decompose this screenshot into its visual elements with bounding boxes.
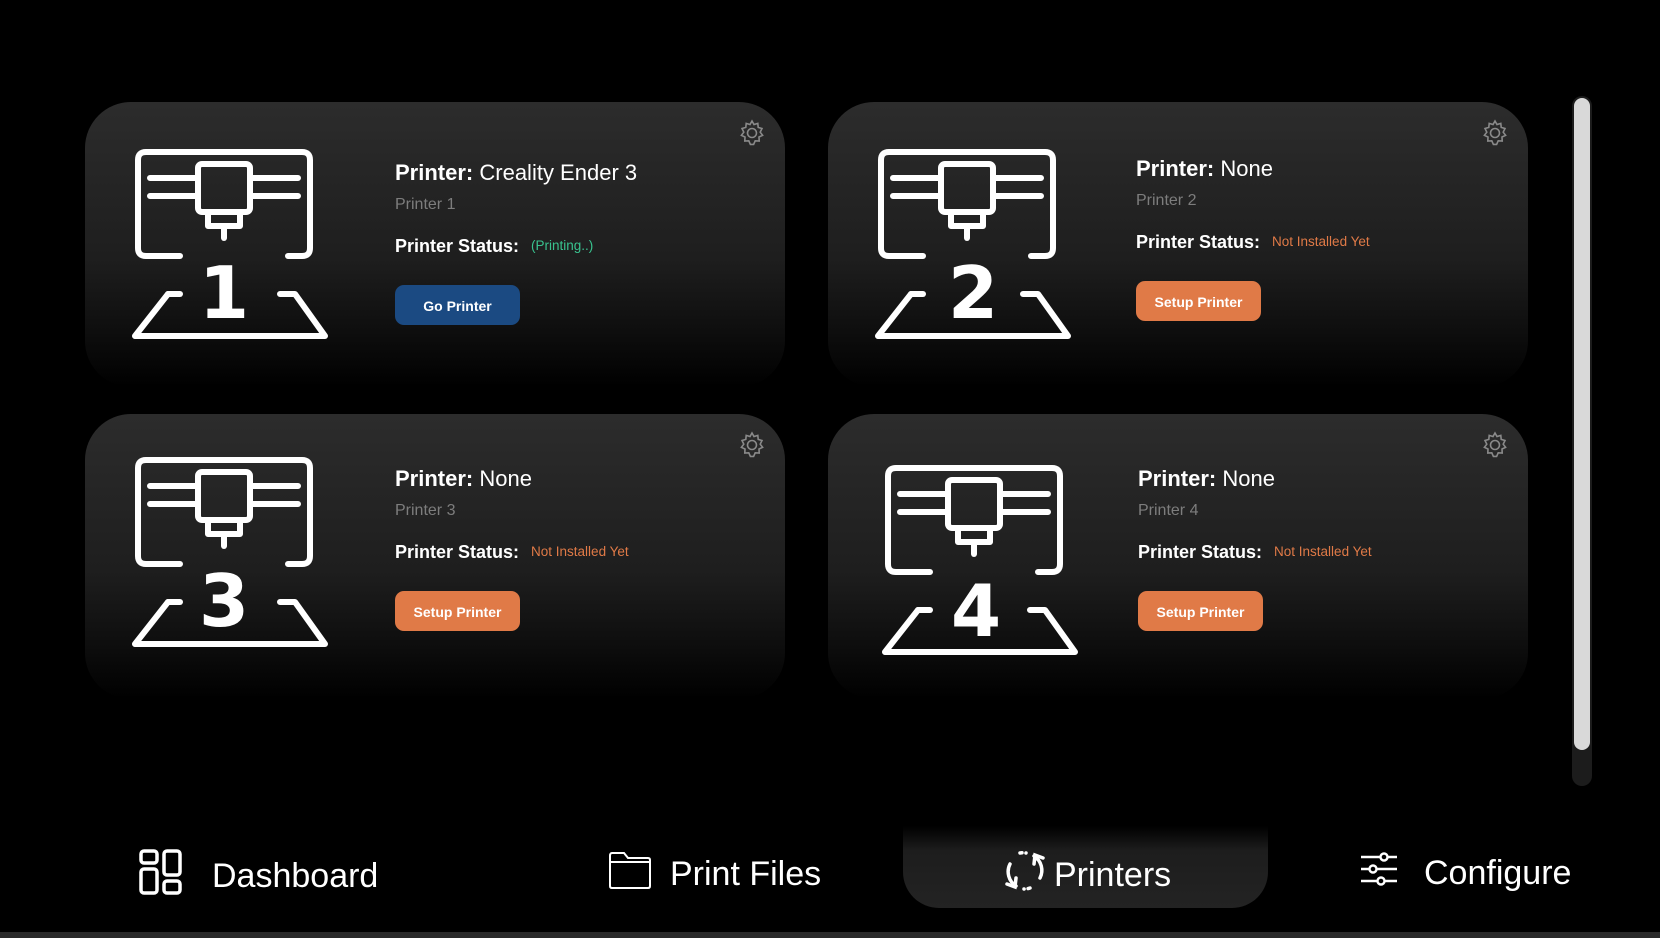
printer-status-label: Printer Status: bbox=[395, 236, 520, 256]
printer-status-value: Not Installed Yet bbox=[1272, 234, 1370, 249]
gear-icon[interactable] bbox=[1480, 430, 1510, 460]
printer-number: 1 bbox=[199, 251, 249, 335]
scrollbar-thumb[interactable] bbox=[1574, 98, 1590, 750]
printer-card-2: 2 Printer: None Printer 2 Printer Status… bbox=[828, 102, 1528, 387]
3d-printer-icon: 4 bbox=[880, 462, 1090, 667]
printer-number: 3 bbox=[199, 559, 249, 643]
gear-icon[interactable] bbox=[737, 118, 767, 148]
printer-label: Printer: bbox=[395, 160, 474, 185]
printer-card-1: 1 Printer: Creality Ender 3 Printer 1 Pr… bbox=[85, 102, 785, 387]
printer-status-label: Printer Status: bbox=[1138, 542, 1263, 562]
setup-printer-button[interactable]: Setup Printer bbox=[395, 591, 520, 631]
vertical-scrollbar[interactable] bbox=[1572, 96, 1592, 786]
printer-info: Printer: Creality Ender 3 Printer 1 Prin… bbox=[395, 160, 775, 325]
nav-item-dashboard[interactable]: Dashboard bbox=[138, 848, 378, 905]
refresh-icon bbox=[1004, 850, 1046, 901]
bottom-edge bbox=[0, 932, 1660, 938]
nav-label-dashboard: Dashboard bbox=[212, 857, 379, 895]
gear-icon[interactable] bbox=[1480, 118, 1510, 148]
printer-info: Printer: None Printer 3 Printer Status: N… bbox=[395, 466, 775, 631]
setup-printer-button[interactable]: Setup Printer bbox=[1136, 281, 1261, 321]
nav-item-print-files[interactable]: Print Files bbox=[608, 850, 821, 899]
3d-printer-icon: 3 bbox=[130, 454, 340, 659]
printer-status-value: (Printing..) bbox=[531, 238, 594, 253]
printer-label: Printer: bbox=[395, 466, 474, 491]
printer-label: Printer: bbox=[1138, 466, 1217, 491]
printer-subtitle: Printer 3 bbox=[395, 502, 456, 519]
3d-printer-icon: 2 bbox=[873, 146, 1083, 351]
setup-printer-button[interactable]: Setup Printer bbox=[1138, 591, 1263, 631]
printer-status-label: Printer Status: bbox=[395, 542, 520, 562]
sliders-icon bbox=[1360, 850, 1398, 897]
printer-card-4: 4 Printer: None Printer 4 Printer Status… bbox=[828, 414, 1528, 699]
gear-icon[interactable] bbox=[737, 430, 767, 460]
printer-number: 2 bbox=[948, 251, 998, 335]
printer-status-value: Not Installed Yet bbox=[531, 544, 629, 559]
nav-item-printers[interactable]: Printers bbox=[1004, 850, 1171, 901]
bottom-nav: Dashboard Print Files Printers Configure bbox=[0, 820, 1660, 938]
nav-label-printers: Printers bbox=[1054, 856, 1172, 894]
go-printer-button[interactable]: Go Printer bbox=[395, 285, 520, 325]
printer-info: Printer: None Printer 4 Printer Status: N… bbox=[1138, 466, 1518, 631]
printer-card-3: 3 Printer: None Printer 3 Printer Status… bbox=[85, 414, 785, 699]
printer-name: None bbox=[479, 466, 532, 491]
printer-info: Printer: None Printer 2 Printer Status: N… bbox=[1136, 156, 1516, 321]
printer-name: None bbox=[1222, 466, 1275, 491]
folder-icon bbox=[608, 850, 652, 899]
printer-number: 4 bbox=[951, 569, 1001, 653]
nav-item-configure[interactable]: Configure bbox=[1360, 850, 1571, 897]
printer-status-value: Not Installed Yet bbox=[1274, 544, 1372, 559]
nav-label-print-files: Print Files bbox=[670, 855, 822, 893]
printer-subtitle: Printer 2 bbox=[1136, 192, 1197, 209]
printer-subtitle: Printer 1 bbox=[395, 196, 456, 213]
dashboard-grid-icon bbox=[138, 848, 186, 905]
printer-name: None bbox=[1220, 156, 1273, 181]
printer-subtitle: Printer 4 bbox=[1138, 502, 1199, 519]
3d-printer-icon: 1 bbox=[130, 146, 340, 351]
printer-status-label: Printer Status: bbox=[1136, 232, 1261, 252]
printer-label: Printer: bbox=[1136, 156, 1215, 181]
nav-label-configure: Configure bbox=[1424, 854, 1572, 892]
printer-name: Creality Ender 3 bbox=[479, 160, 638, 185]
